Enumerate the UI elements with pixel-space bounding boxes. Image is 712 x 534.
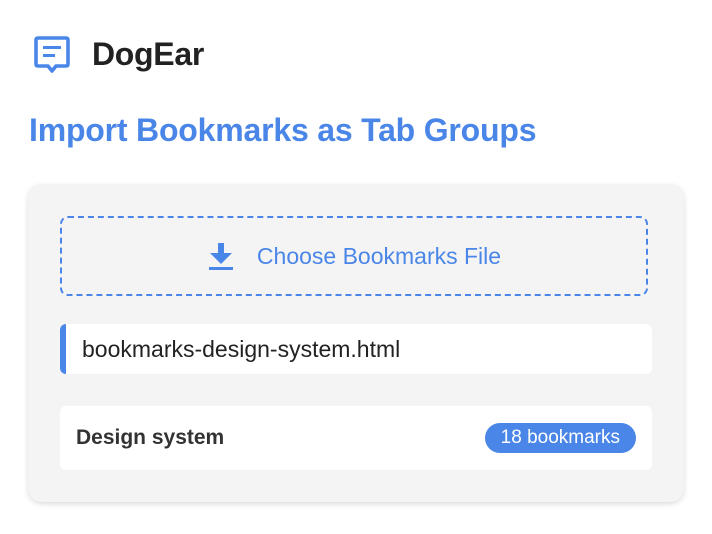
selected-file-name: bookmarks-design-system.html (82, 335, 401, 362)
tab-group-name: Design system (76, 426, 225, 449)
choose-file-label: Choose Bookmarks File (256, 243, 502, 269)
selected-file-field: bookmarks-design-system.html (60, 324, 652, 374)
bookmark-count-badge: 18 bookmarks (484, 423, 636, 453)
download-icon (208, 243, 233, 270)
choose-bookmarks-file-button[interactable]: Choose Bookmarks File (60, 216, 648, 296)
app-name: DogEar (92, 36, 204, 72)
tab-group-row: Design system 18 bookmarks (60, 406, 652, 470)
comment-note-icon (34, 36, 70, 73)
page-title: Import Bookmarks as Tab Groups (29, 112, 537, 148)
brand-header: DogEar (34, 34, 204, 74)
app-window: DogEar Import Bookmarks as Tab Groups Ch… (0, 0, 712, 534)
import-card: Choose Bookmarks File bookmarks-design-s… (28, 184, 684, 502)
